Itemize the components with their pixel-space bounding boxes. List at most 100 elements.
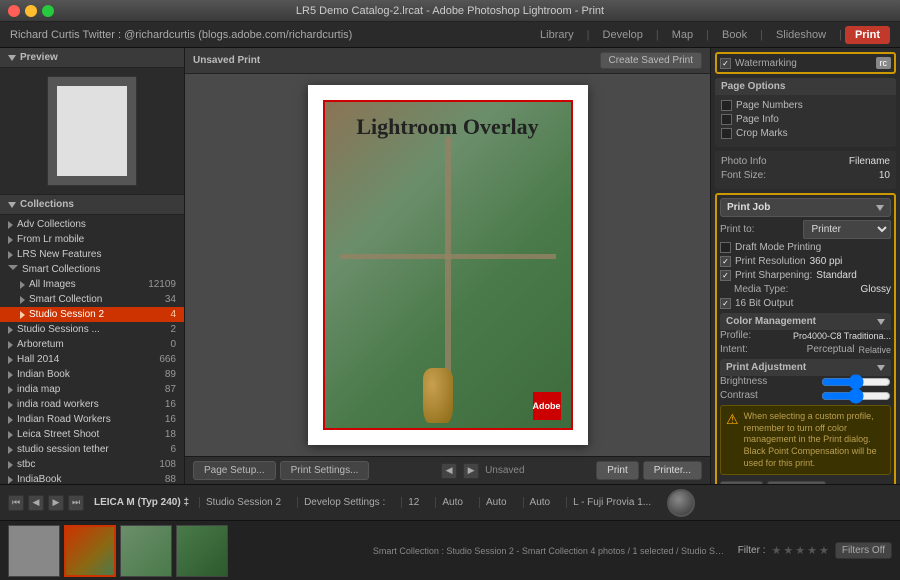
tab-book[interactable]: Book (712, 26, 757, 44)
page-numbers-checkbox[interactable] (721, 100, 732, 111)
print-job-triangle (876, 205, 884, 211)
list-item[interactable]: india road workers 16 (0, 397, 184, 412)
sixteen-bit-checkbox[interactable] (720, 298, 731, 309)
tab-slideshow[interactable]: Slideshow (766, 26, 836, 44)
list-item[interactable]: studio session tether 6 (0, 442, 184, 457)
print-resolution-label[interactable]: Print Resolution (720, 256, 806, 267)
page-options-header[interactable]: Page Options (715, 78, 896, 95)
list-item[interactable]: Studio Sessions ... 2 (0, 322, 184, 337)
wb-info: Auto (435, 497, 469, 508)
print-button[interactable]: Print (720, 481, 763, 484)
print-to-select[interactable]: Printer (803, 220, 892, 239)
arrow-icon (20, 311, 25, 319)
print-resolution-checkbox[interactable] (720, 256, 731, 267)
overlay-text: Lightroom Overlay (325, 114, 571, 140)
arrow-icon (8, 341, 13, 349)
arrow-icon (8, 431, 13, 439)
tab-library[interactable]: Library (530, 26, 584, 44)
list-item[interactable]: Adv Collections (0, 217, 184, 232)
iso-info: Auto (523, 497, 557, 508)
draft-mode-checkbox[interactable] (720, 242, 731, 253)
tab-develop[interactable]: Develop (593, 26, 653, 44)
close-button[interactable] (8, 5, 20, 17)
printer-button[interactable]: Printer... (767, 481, 826, 484)
prev-button[interactable]: ◀ (28, 495, 44, 511)
list-item[interactable]: Hall 2014 666 (0, 352, 184, 367)
list-item[interactable]: Leica Street Shoot 18 (0, 427, 184, 442)
list-item[interactable]: From Lr mobile (0, 232, 184, 247)
sixteen-bit-label[interactable]: 16 Bit Output (720, 298, 793, 309)
first-button[interactable]: ⏮ (8, 495, 24, 511)
tab-print[interactable]: Print (845, 26, 890, 44)
filmstrip-thumb-1[interactable] (8, 525, 60, 577)
profile-row: Profile: Pro4000-C8 Traditiona... (720, 330, 891, 341)
filmstrip-thumb-2[interactable] (64, 525, 116, 577)
filmstrip-controls: Filter : ★ ★ ★ ★ ★ Filters Off (738, 542, 892, 559)
page-setup-button[interactable]: Page Setup... (193, 461, 276, 480)
preview-page (57, 86, 127, 176)
page-numbers-label[interactable]: Page Numbers (721, 100, 803, 111)
next-page-button[interactable]: ▶ (463, 463, 479, 479)
list-item[interactable]: IndiaBook 88 (0, 472, 184, 484)
list-item[interactable]: Arboretum 0 (0, 337, 184, 352)
last-button[interactable]: ⏭ (68, 495, 84, 511)
exposure-dial[interactable] (667, 489, 695, 517)
list-item[interactable]: Smart Collections (0, 262, 184, 277)
tab-map[interactable]: Map (662, 26, 703, 44)
list-item[interactable]: All Images 12109 (0, 277, 184, 292)
print-action-buttons: Print Printer... (720, 481, 891, 484)
camera-model: LEICA M (Typ 240) ‡ (94, 497, 189, 508)
menu-bar: Richard Curtis Twitter : @richardcurtis … (0, 22, 900, 48)
print-canvas: Lightroom Overlay Adobe (185, 74, 710, 456)
print-buttons: Print Printer... (596, 461, 702, 480)
develop-settings: L - Fuji Provia 1... (566, 497, 657, 508)
list-item[interactable]: Indian Road Workers 16 (0, 412, 184, 427)
arrow-icon (8, 476, 13, 484)
next-button[interactable]: ▶ (48, 495, 64, 511)
contrast-row: Contrast (720, 390, 891, 401)
list-item[interactable]: Smart Collection 34 (0, 292, 184, 307)
maximize-button[interactable] (42, 5, 54, 17)
contrast-slider[interactable] (821, 392, 891, 400)
intent-row: Intent: Perceptual Relative (720, 344, 891, 355)
draft-mode-label[interactable]: Draft Mode Printing (720, 242, 821, 253)
print-sharpening-checkbox[interactable] (720, 270, 731, 281)
photo-info-section: Photo Info Filename Font Size: 10 (715, 151, 896, 189)
list-item[interactable]: Indian Book 89 (0, 367, 184, 382)
arrow-icon (8, 265, 18, 274)
minimize-button[interactable] (25, 5, 37, 17)
page-options-section: Page Options Page Numbers Page Info (715, 78, 896, 147)
list-item[interactable]: india map 87 (0, 382, 184, 397)
prev-page-button[interactable]: ◀ (441, 463, 457, 479)
watermark-checkbox[interactable] (720, 58, 731, 69)
crop-marks-checkbox[interactable] (721, 128, 732, 139)
filmstrip-thumb-3[interactable] (120, 525, 172, 577)
filters-off-button[interactable]: Filters Off (835, 542, 892, 559)
preview-header[interactable]: Preview (0, 48, 184, 68)
studio-session-2-item[interactable]: Studio Session 2 4 (0, 307, 184, 322)
printer-final-button[interactable]: Printer... (643, 461, 702, 480)
warning-icon: ⚠ (726, 411, 739, 469)
page-options-body: Page Numbers Page Info Crop Marks (715, 95, 896, 147)
print-final-button[interactable]: Print (596, 461, 639, 480)
arrow-icon (20, 296, 25, 304)
crop-marks-label[interactable]: Crop Marks (721, 128, 788, 139)
create-saved-button[interactable]: Create Saved Print (600, 52, 703, 69)
filmstrip-thumb-4[interactable] (176, 525, 228, 577)
list-item[interactable]: LRS New Features (0, 247, 184, 262)
collections-header[interactable]: Collections (0, 195, 184, 215)
print-sharpening-label[interactable]: Print Sharpening: (720, 270, 812, 281)
list-item[interactable]: stbc 108 (0, 457, 184, 472)
filter-label: Filter : (738, 545, 766, 556)
window-vertical (445, 137, 451, 398)
page-info-label[interactable]: Page Info (721, 114, 779, 125)
rating-stars: ★ ★ ★ ★ ★ (771, 544, 828, 557)
preview-panel (0, 68, 184, 195)
color-mgmt-header[interactable]: Color Management (720, 313, 891, 330)
watermark-badge: rc (876, 57, 892, 69)
print-settings-button[interactable]: Print Settings... (280, 461, 370, 480)
page-info-checkbox[interactable] (721, 114, 732, 125)
print-job-header[interactable]: Print Job (720, 198, 891, 217)
brightness-slider[interactable] (821, 378, 891, 386)
preview-thumb (47, 76, 137, 186)
